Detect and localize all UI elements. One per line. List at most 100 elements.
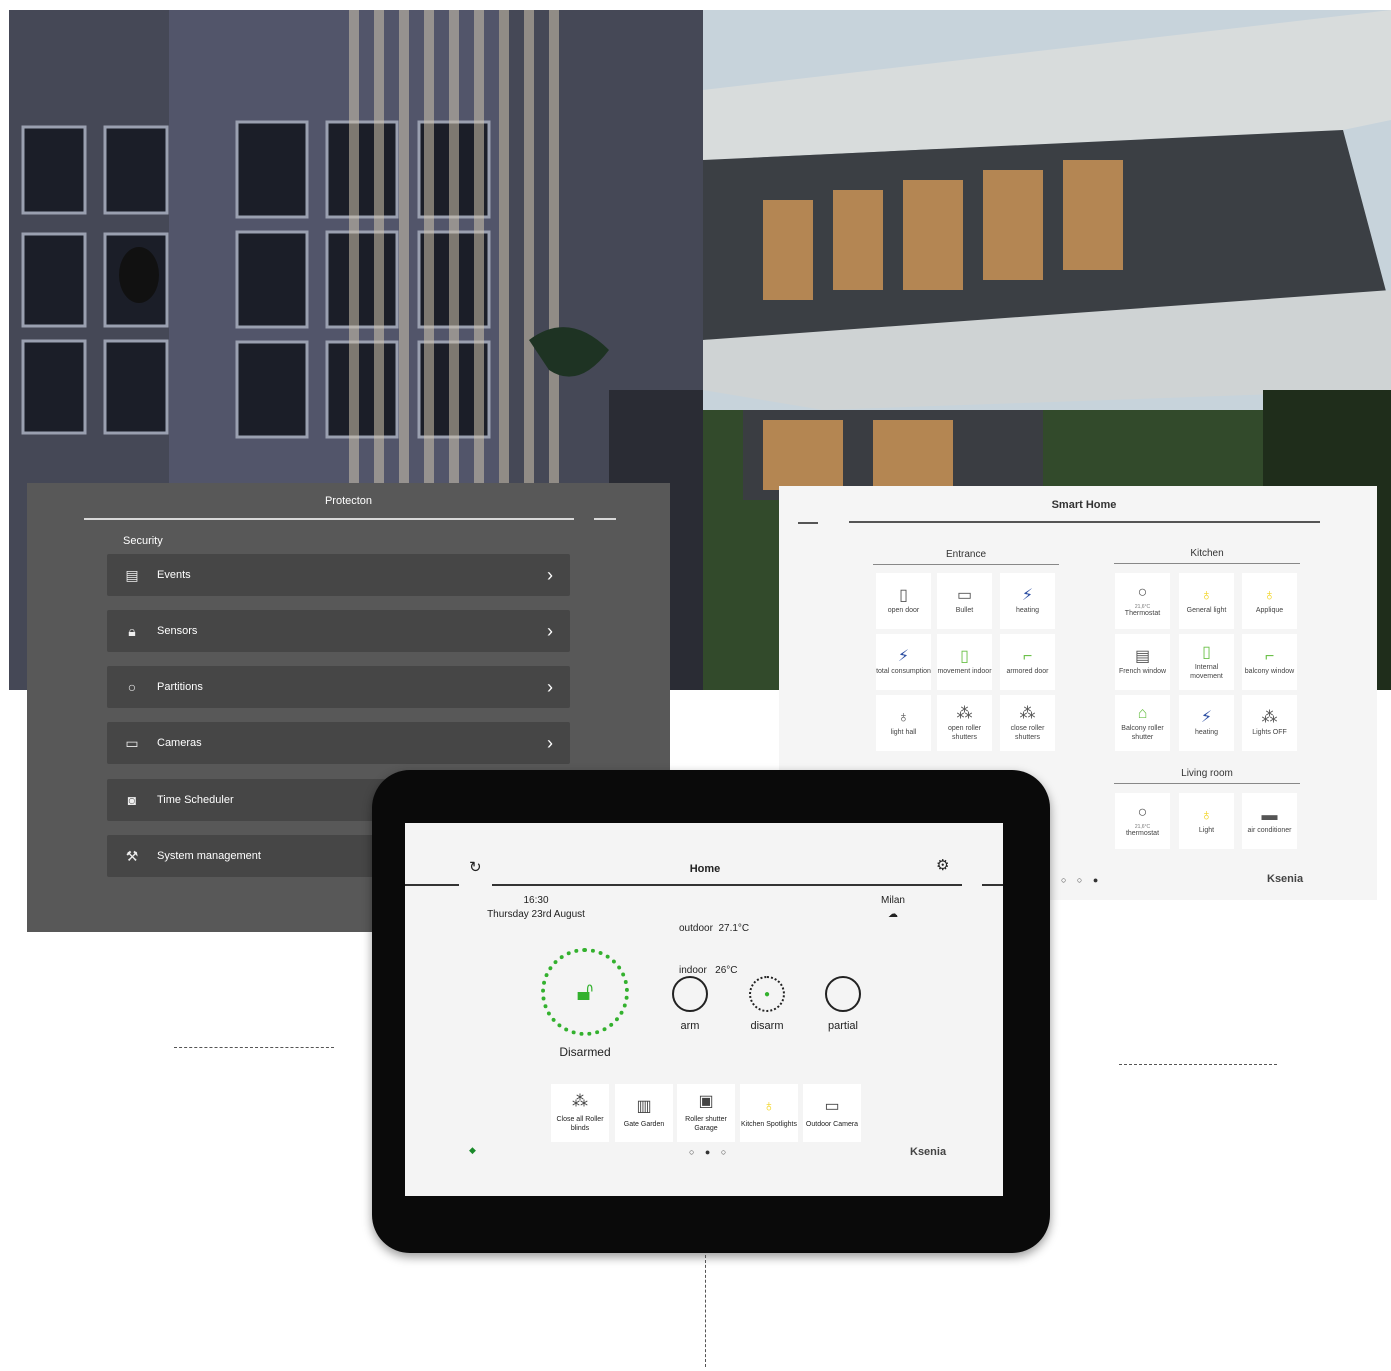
scenario-icon: ⁂ bbox=[572, 1093, 588, 1111]
mode-disarm[interactable]: ● disarm bbox=[737, 976, 797, 1032]
tile-label: French window bbox=[1118, 668, 1167, 676]
tile-heating[interactable]: ⚡︎ heating bbox=[1179, 695, 1234, 751]
quick-roller-shutter-garage[interactable]: ▣ Roller shutter Garage bbox=[677, 1084, 735, 1142]
room-title-kitchen: Kitchen bbox=[1114, 548, 1300, 564]
leaf-icon: ◆ bbox=[469, 1145, 476, 1155]
mode-label: arm bbox=[680, 1020, 700, 1032]
page-indicator[interactable]: ○ ● ○ bbox=[689, 1147, 730, 1157]
refresh-icon[interactable]: ↻ bbox=[469, 858, 482, 876]
camera-icon: ▭ bbox=[824, 1097, 840, 1115]
tile-label: Outdoor Camera bbox=[805, 1120, 859, 1128]
smart-home-title: Smart Home bbox=[1051, 499, 1117, 511]
ksenia-logo: Ksenia bbox=[1267, 873, 1304, 885]
city: Milan bbox=[881, 895, 905, 906]
tile-air-conditioner[interactable]: ▬ air conditioner bbox=[1242, 793, 1297, 849]
unlock-icon: 🔓︎ bbox=[576, 976, 594, 1006]
weather: Milan ☁︎ bbox=[871, 894, 915, 922]
tile-thermostat-living[interactable]: ○ 21,6°C thermostat bbox=[1115, 793, 1170, 849]
tile-label: Roller shutter Garage bbox=[685, 1116, 727, 1132]
tile-label: heating bbox=[1016, 607, 1039, 615]
room-title-living-room: Living room bbox=[1114, 768, 1300, 784]
bulb-icon: ♁ bbox=[1200, 587, 1213, 605]
menu-item-cameras[interactable]: ▭ Cameras › bbox=[107, 722, 570, 764]
section-security: Security bbox=[123, 535, 163, 547]
tablet-screen: ↻ Home ⚙︎ 16:30 Thursday 23rd August out… bbox=[405, 823, 1003, 1196]
quick-outdoor-camera[interactable]: ▭ Outdoor Camera bbox=[803, 1084, 861, 1142]
ksenia-logo: Ksenia bbox=[910, 1146, 947, 1158]
tile-close-roller-shutters[interactable]: ⁂ close roller shutters bbox=[1000, 695, 1055, 751]
lightning-icon: ⚡︎ bbox=[1200, 709, 1213, 727]
tile-thermostat[interactable]: ○ 21,6°C Thermostat bbox=[1115, 573, 1170, 629]
quick-gate-garden[interactable]: ▥ Gate Garden bbox=[615, 1084, 673, 1142]
tile-heating[interactable]: ⚡︎ heating bbox=[1000, 573, 1055, 629]
cloud-icon: ☁︎ bbox=[888, 909, 898, 920]
tile-open-door[interactable]: ▯ open door bbox=[876, 573, 931, 629]
tile-open-roller-shutters[interactable]: ⁂ open roller shutters bbox=[937, 695, 992, 751]
lightning-icon: ⚡︎ bbox=[897, 648, 910, 666]
tile-bullet[interactable]: ▭ Bullet bbox=[937, 573, 992, 629]
tile-label: armored door bbox=[1006, 668, 1049, 676]
chevron-right-icon: › bbox=[547, 732, 553, 753]
menu-item-events[interactable]: ▤ Events › bbox=[107, 554, 570, 596]
scenario-icon: ⁂ bbox=[956, 705, 973, 723]
circle-icon: ○ bbox=[127, 679, 137, 695]
bulb-icon: ♁ bbox=[1263, 587, 1276, 605]
tile-label: Lights OFF bbox=[1252, 729, 1287, 737]
tile-label: light hall bbox=[890, 729, 917, 737]
bulb-icon: ♁ bbox=[763, 1097, 775, 1115]
thermostat-icon: ○ bbox=[1137, 584, 1148, 602]
door-sensor-icon: ⌐ bbox=[1022, 648, 1033, 666]
tile-movement-indoor[interactable]: ▯ movement indoor bbox=[937, 634, 992, 690]
mode-partial[interactable]: partial bbox=[813, 976, 873, 1032]
tile-armored-door[interactable]: ⌐ armored door bbox=[1000, 634, 1055, 690]
tile-lights-off[interactable]: ⁂ Lights OFF bbox=[1242, 695, 1297, 751]
mode-arm[interactable]: arm bbox=[660, 976, 720, 1032]
menu-item-label: Partitions bbox=[157, 681, 203, 693]
menu-item-label: Cameras bbox=[157, 737, 202, 749]
bulb-icon: ♁ bbox=[1200, 807, 1213, 825]
connector-line-right bbox=[1119, 1064, 1277, 1065]
disarm-ring-icon: ● bbox=[749, 976, 785, 1012]
motion-sensor-icon: ▯ bbox=[960, 648, 969, 666]
arm-ring-icon bbox=[672, 976, 708, 1012]
tile-label: Thermostat bbox=[1124, 610, 1161, 618]
tile-label: Balcony roller shutter bbox=[1121, 725, 1164, 741]
document-icon: ▤ bbox=[125, 566, 139, 583]
tile-internal-movement[interactable]: ▯ Internal movement bbox=[1179, 634, 1234, 690]
tile-label: Bullet bbox=[955, 607, 974, 615]
chevron-right-icon: › bbox=[547, 676, 553, 697]
gear-icon[interactable]: ⚙︎ bbox=[936, 856, 949, 874]
tile-balcony-roller-shutter[interactable]: ⌂ Balcony roller shutter bbox=[1115, 695, 1170, 751]
door-sensor-icon: ⌐ bbox=[1264, 648, 1275, 666]
tile-label: open door bbox=[887, 607, 920, 615]
tile-label: Kitchen Spotlights bbox=[740, 1120, 798, 1128]
scheduler-icon: ◙ bbox=[127, 792, 137, 808]
tile-light[interactable]: ♁ Light bbox=[1179, 793, 1234, 849]
menu-item-sensors[interactable]: 🔒︎ Sensors › bbox=[107, 610, 570, 652]
quick-kitchen-spotlights[interactable]: ♁ Kitchen Spotlights bbox=[740, 1084, 798, 1142]
menu-item-label: Events bbox=[157, 569, 191, 581]
tile-light-hall[interactable]: ♁ light hall bbox=[876, 695, 931, 751]
page-indicator[interactable]: ○ ○ ● bbox=[1061, 875, 1102, 885]
unlock-status-button[interactable]: 🔓︎ bbox=[541, 948, 629, 1036]
connector-line-bottom bbox=[705, 1255, 706, 1367]
air-conditioner-icon: ▬ bbox=[1261, 807, 1278, 825]
bulb-icon: ♁ bbox=[897, 709, 910, 727]
tile-total-consumption[interactable]: ⚡︎ total consumption bbox=[876, 634, 931, 690]
scenario-icon: ⁂ bbox=[1261, 709, 1278, 727]
menu-item-partitions[interactable]: ○ Partitions › bbox=[107, 666, 570, 708]
quick-close-all-roller-blinds[interactable]: ⁂ Close all Roller blinds bbox=[551, 1084, 609, 1142]
tile-label: Gate Garden bbox=[623, 1120, 665, 1128]
tile-balcony-window[interactable]: ⌐ balcony window bbox=[1242, 634, 1297, 690]
tile-label: Internal movement bbox=[1190, 664, 1223, 680]
tile-label: heating bbox=[1195, 729, 1218, 737]
partial-ring-icon bbox=[825, 976, 861, 1012]
camera-icon: ▭ bbox=[956, 587, 973, 605]
tile-applique[interactable]: ♁ Applique bbox=[1242, 573, 1297, 629]
title-divider-side bbox=[594, 518, 616, 520]
chevron-right-icon: › bbox=[547, 564, 553, 585]
tile-label: General light bbox=[1186, 607, 1227, 615]
title-divider bbox=[849, 521, 1320, 523]
tile-general-light[interactable]: ♁ General light bbox=[1179, 573, 1234, 629]
tile-french-window[interactable]: ▤ French window bbox=[1115, 634, 1170, 690]
